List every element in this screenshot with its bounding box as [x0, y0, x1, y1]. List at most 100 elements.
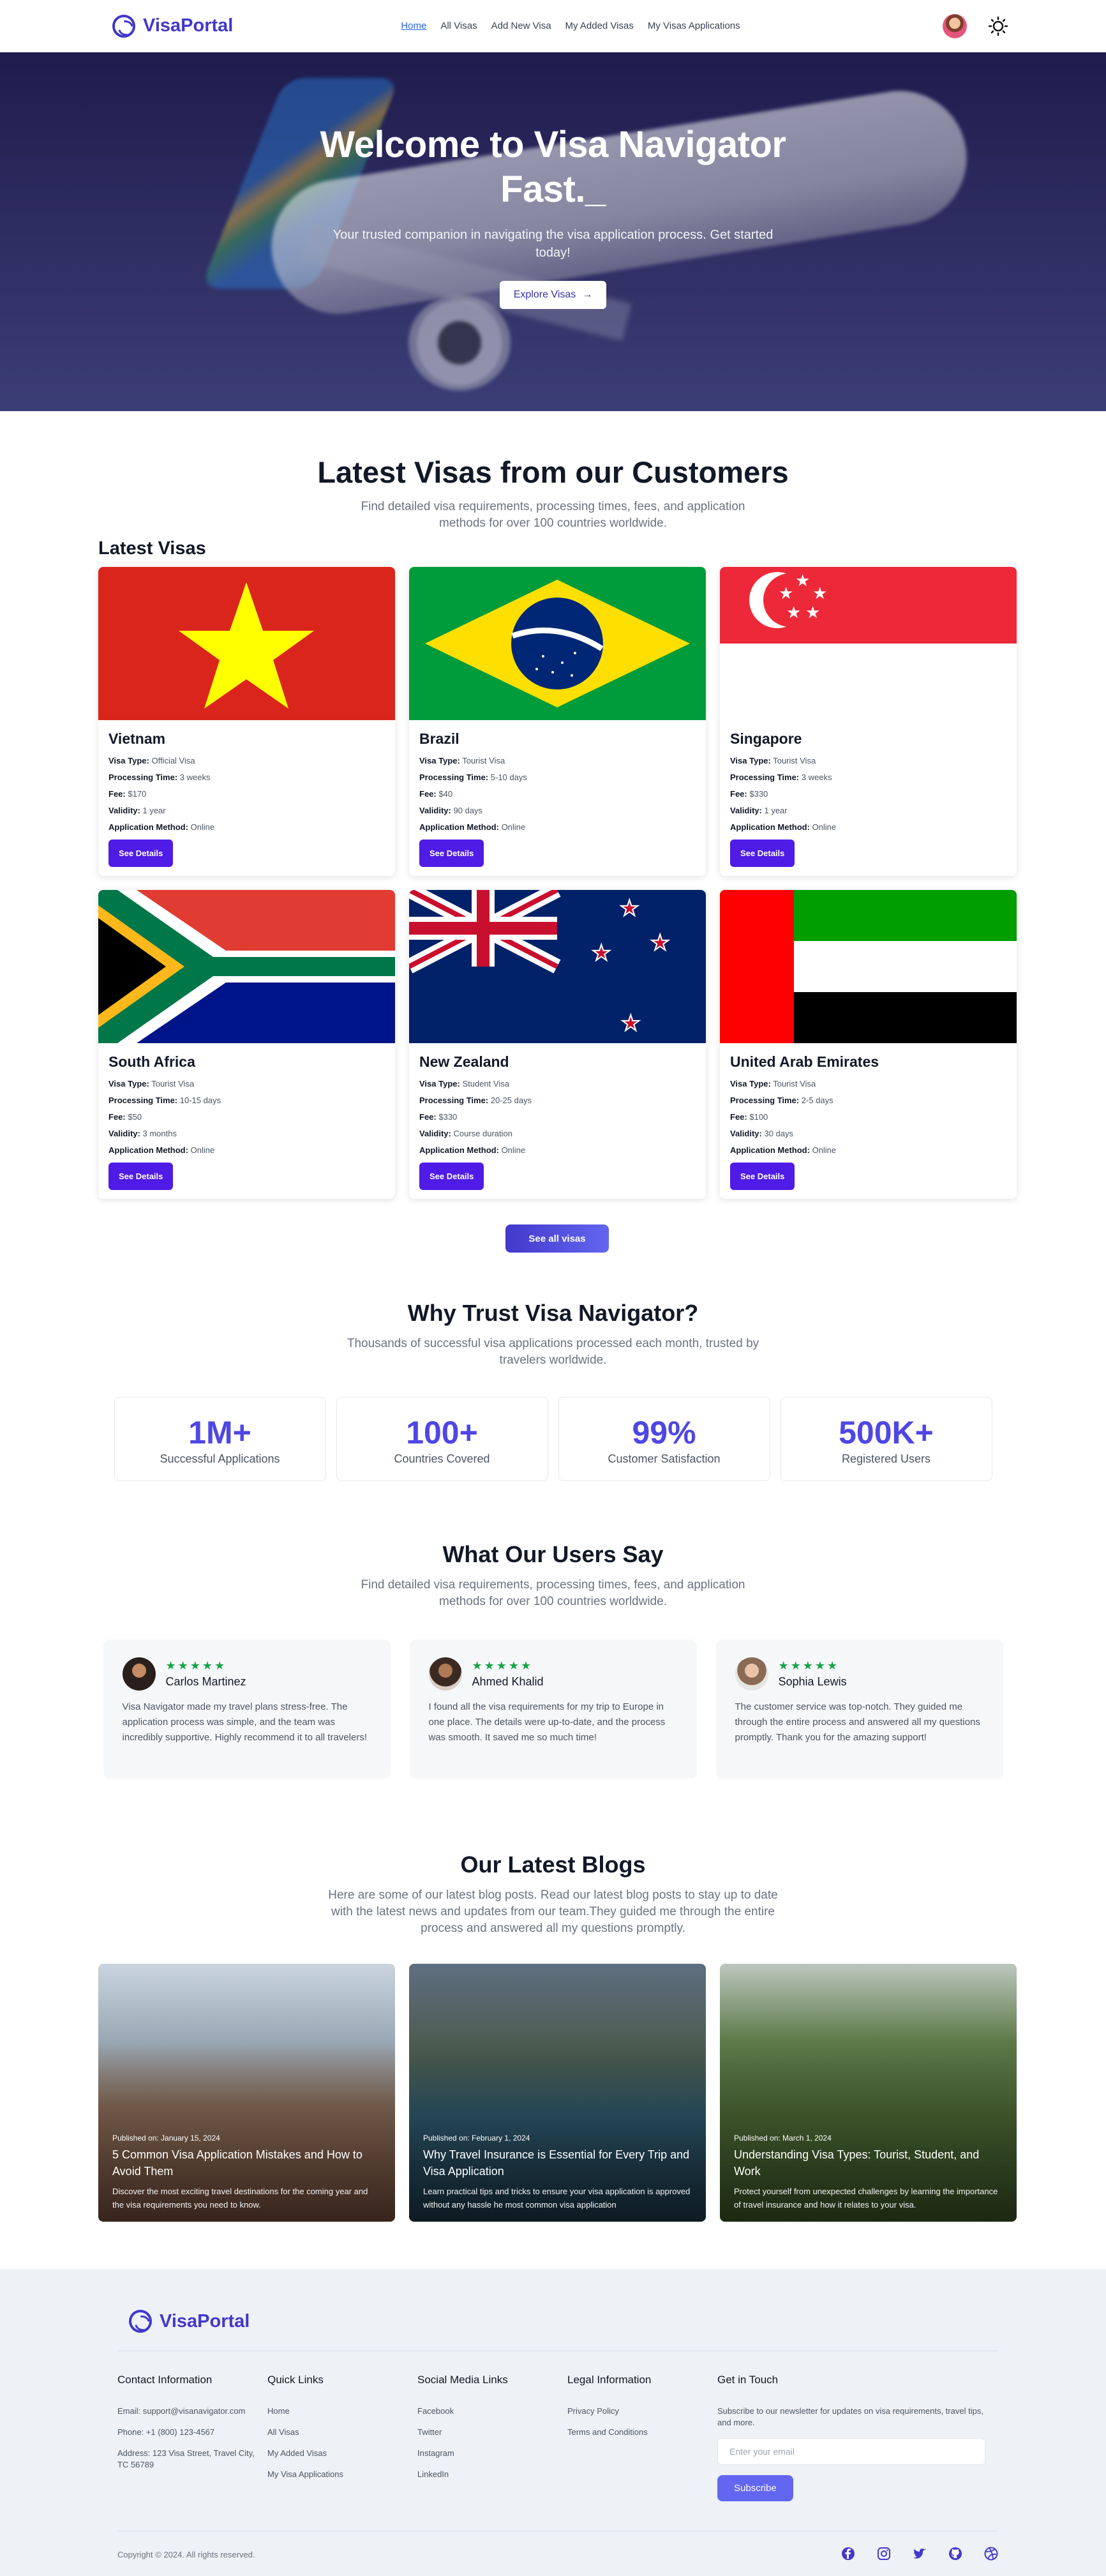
visa-card: Vietnam Visa Type: Official Visa Process… [98, 567, 395, 876]
nav-link-all-visas[interactable]: All Visas [440, 20, 477, 31]
footer-link-linkedin[interactable]: LinkedIn [417, 2469, 567, 2480]
visa-validity: 1 year [764, 806, 788, 815]
see-details-button[interactable]: See Details [730, 840, 795, 867]
footer-column-title: Legal Information [567, 2374, 652, 2386]
stat-label: Customer Satisfaction [608, 1452, 721, 1465]
hero-banner: Welcome to Visa Navigator Fast._ Your tr… [0, 52, 1106, 411]
svg-text:★: ★ [621, 1011, 640, 1036]
copyright-text: Copyright © 2024. All rights reserved. [117, 2550, 255, 2559]
see-details-button[interactable]: See Details [108, 1163, 174, 1190]
see-details-button[interactable]: See Details [108, 840, 174, 867]
rating-stars-icon: ★★★★★ [165, 1659, 227, 1672]
user-avatar [735, 1657, 768, 1691]
blog-date: Published on: February 1, 2024 [423, 2134, 530, 2143]
subscribe-button[interactable]: Subscribe [717, 2475, 793, 2501]
testimonial-name: Sophia Lewis [778, 1675, 847, 1688]
testimonial-name: Carlos Martinez [165, 1675, 246, 1688]
footer-link-instagram[interactable]: Instagram [417, 2448, 567, 2459]
hero-subtitle: Your trusted companion in navigating the… [333, 228, 773, 260]
nav-link-my-visa-applications[interactable]: My Visas Applications [648, 20, 740, 31]
user-avatar [428, 1657, 462, 1691]
blog-date: Published on: March 1, 2024 [734, 2134, 832, 2143]
theme-toggle-sun-icon[interactable] [989, 16, 1008, 36]
flag-singapore-image: ★ ★ ★ ★ ★ [720, 567, 1017, 720]
visa-processing-time: 10-15 days [179, 1096, 221, 1105]
brand-logo[interactable]: VisaPortal [112, 14, 234, 38]
rating-stars-icon: ★★★★★ [472, 1659, 534, 1672]
visa-fee: $330 [438, 1112, 458, 1122]
visa-card: Brazil Visa Type: Tourist Visa Processin… [409, 567, 706, 876]
footer-contact-column: Contact Information Email: support@visan… [117, 2374, 267, 2501]
newsletter-email-input[interactable]: Enter your email [717, 2438, 985, 2465]
footer-link-facebook[interactable]: Facebook [417, 2406, 567, 2417]
stat-value: 500K+ [839, 1415, 934, 1450]
nav-link-add-new-visa[interactable]: Add New Visa [491, 20, 551, 31]
footer-link-home[interactable]: Home [267, 2406, 417, 2417]
see-details-button[interactable]: See Details [730, 1163, 795, 1190]
globe-logo-icon [112, 14, 135, 38]
nav-link-home[interactable]: Home [401, 20, 426, 31]
visa-card: ★ ★ ★ ★ ★ Singapore Visa Type: Tourist Visa … [720, 567, 1017, 876]
blog-card[interactable]: Published on: January 15, 2024 5 Common … [98, 1964, 395, 2222]
blog-date: Published on: January 15, 2024 [112, 2134, 220, 2143]
stat-label: Countries Covered [394, 1452, 490, 1465]
stats-row: 1M+ Successful Applications 100+ Countri… [0, 1397, 1106, 1481]
visa-type: Tourist Visa [151, 1079, 195, 1088]
visa-country: New Zealand [419, 1053, 509, 1070]
instagram-icon[interactable] [876, 2546, 892, 2561]
testimonial-card: ★★★★★ Carlos Martinez Visa Navigator mad… [103, 1639, 391, 1779]
flag-vietnam-image [98, 567, 395, 720]
footer-quick-links-column: Quick Links Home All Visas My Added Visa… [267, 2374, 417, 2501]
see-details-button[interactable]: See Details [419, 840, 484, 867]
svg-text:★: ★ [592, 940, 611, 966]
footer: VisaPortal Contact Information Email: su… [0, 2269, 1106, 2576]
footer-link-terms[interactable]: Terms and Conditions [567, 2427, 717, 2438]
user-avatar[interactable] [943, 13, 967, 38]
facebook-icon[interactable] [841, 2546, 856, 2561]
arrow-right-icon: → [582, 289, 593, 300]
flag-new-zealand-image: ★ ★ ★ ★ [409, 890, 706, 1043]
footer-email: Email: support@visanavigator.com [117, 2406, 246, 2416]
visa-card: United Arab Emirates Visa Type: Tourist … [720, 890, 1017, 1199]
visa-processing-time: 5-10 days [490, 772, 527, 782]
footer-column-title: Get in Touch [717, 2374, 779, 2386]
github-icon[interactable] [948, 2546, 963, 2561]
blogs-title: Our Latest Blogs [460, 1851, 646, 1878]
footer-social-column: Social Media Links Facebook Twitter Inst… [417, 2374, 567, 2501]
stat-card: 1M+ Successful Applications [114, 1397, 326, 1481]
stat-card: 99% Customer Satisfaction [558, 1397, 770, 1481]
visa-processing-time: 3 weeks [179, 772, 211, 782]
see-details-button[interactable]: See Details [419, 1163, 484, 1190]
footer-link-privacy-policy[interactable]: Privacy Policy [567, 2406, 717, 2417]
twitter-icon[interactable] [912, 2546, 927, 2561]
nav-link-my-added-visas[interactable]: My Added Visas [565, 20, 634, 31]
footer-brand-logo[interactable]: VisaPortal [129, 2310, 250, 2333]
stat-card: 100+ Countries Covered [336, 1397, 548, 1481]
blog-card[interactable]: Published on: February 1, 2024 Why Trave… [409, 1964, 706, 2222]
dribbble-icon[interactable] [983, 2546, 999, 2561]
footer-link-my-visa-applications[interactable]: My Visa Applications [267, 2469, 417, 2480]
visa-type: Official Visa [151, 756, 195, 765]
blog-description: Protect yourself from unexpected challen… [734, 2187, 998, 2210]
visa-fee: $50 [128, 1112, 142, 1122]
svg-text:★: ★ [779, 584, 793, 603]
globe-logo-icon [129, 2310, 152, 2333]
visa-fee: $100 [749, 1112, 768, 1122]
visa-validity: 1 year [142, 806, 166, 815]
visa-type: Tourist Visa [773, 756, 816, 765]
see-all-visas-button[interactable]: See all visas [505, 1224, 609, 1253]
visa-country: Singapore [730, 730, 802, 747]
visa-validity: 3 months [142, 1129, 177, 1138]
explore-visas-button[interactable]: Explore Visas → [499, 281, 607, 309]
visa-card: South Africa Visa Type: Tourist Visa Pro… [98, 890, 395, 1199]
footer-link-twitter[interactable]: Twitter [417, 2427, 567, 2438]
testimonial-text: I found all the visa requirements for my… [428, 1701, 666, 1743]
visa-country: South Africa [108, 1053, 195, 1070]
footer-link-my-added-visas[interactable]: My Added Visas [267, 2448, 417, 2459]
blog-card[interactable]: Published on: March 1, 2024 Understandin… [720, 1964, 1017, 2222]
svg-text:★: ★ [805, 603, 820, 622]
visa-fee: $40 [438, 789, 453, 799]
footer-link-all-visas[interactable]: All Visas [267, 2427, 417, 2438]
footer-column-title: Quick Links [267, 2374, 324, 2386]
brand-name: VisaPortal [143, 15, 234, 36]
